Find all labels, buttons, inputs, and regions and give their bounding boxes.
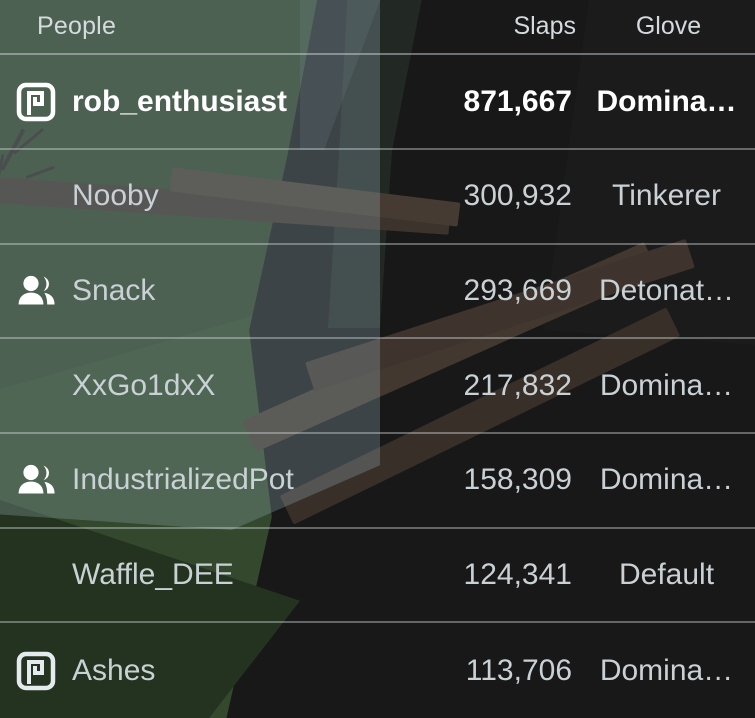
player-slaps: 158,309 [463, 463, 572, 497]
game-leaderboard-screen: People Slaps Glove rob_enthusiast 871,66… [0, 0, 755, 718]
leaderboard-row[interactable]: Ashes 113,706 Domina… [0, 623, 755, 718]
player-name: XxGo1dxX [72, 368, 216, 402]
leaderboard-row[interactable]: Nooby 300,932 Tinkerer [0, 150, 755, 245]
player-cell[interactable]: Ashes [0, 649, 416, 693]
player-cell[interactable]: rob_enthusiast [0, 80, 416, 124]
premium-icon [16, 649, 72, 693]
player-glove: Domina… [599, 368, 734, 402]
player-name: IndustrializedPot [72, 463, 294, 497]
player-slaps: 871,667 [463, 84, 572, 118]
player-slaps: 124,341 [463, 558, 572, 592]
leaderboard-table: People Slaps Glove rob_enthusiast 871,66… [0, 0, 755, 718]
column-header-slaps[interactable]: Slaps [416, 12, 580, 41]
leaderboard-row[interactable]: IndustrializedPot 158,309 Domina… [0, 434, 755, 529]
friends-icon [16, 269, 72, 313]
player-name: Ashes [72, 653, 156, 687]
no-icon-placeholder [16, 364, 72, 408]
player-cell[interactable]: Waffle_DEE [0, 553, 416, 597]
player-glove: Domina… [596, 84, 737, 118]
friends-icon [16, 458, 72, 502]
player-glove: Detonat… [598, 273, 735, 307]
player-cell[interactable]: IndustrializedPot [0, 458, 416, 502]
leaderboard-row[interactable]: Waffle_DEE 124,341 Default [0, 529, 755, 624]
player-glove: Default [618, 558, 715, 592]
player-glove: Domina… [599, 653, 734, 687]
player-slaps: 293,669 [463, 273, 572, 307]
player-slaps: 113,706 [465, 653, 572, 687]
player-cell[interactable]: Nooby [0, 174, 416, 218]
column-header-people[interactable]: People [0, 12, 416, 41]
leaderboard-row[interactable]: XxGo1dxX 217,832 Domina… [0, 339, 755, 434]
player-name: rob_enthusiast [72, 84, 288, 118]
no-icon-placeholder [16, 174, 72, 218]
leaderboard-row[interactable]: Snack 293,669 Detonat… [0, 245, 755, 340]
player-slaps: 300,932 [463, 179, 572, 213]
player-name: Nooby [72, 179, 159, 213]
player-cell[interactable]: Snack [0, 269, 416, 313]
player-glove: Tinkerer [612, 179, 721, 213]
player-name: Snack [72, 273, 156, 307]
leaderboard-row[interactable]: rob_enthusiast 871,667 Domina… [0, 55, 755, 150]
player-glove: Domina… [599, 463, 734, 497]
no-icon-placeholder [16, 553, 72, 597]
player-name: Waffle_DEE [72, 558, 234, 592]
player-slaps: 217,832 [463, 368, 572, 402]
player-cell[interactable]: XxGo1dxX [0, 364, 416, 408]
leaderboard-header-row: People Slaps Glove [0, 0, 755, 56]
premium-icon [16, 80, 72, 124]
column-header-glove[interactable]: Glove [580, 12, 755, 41]
